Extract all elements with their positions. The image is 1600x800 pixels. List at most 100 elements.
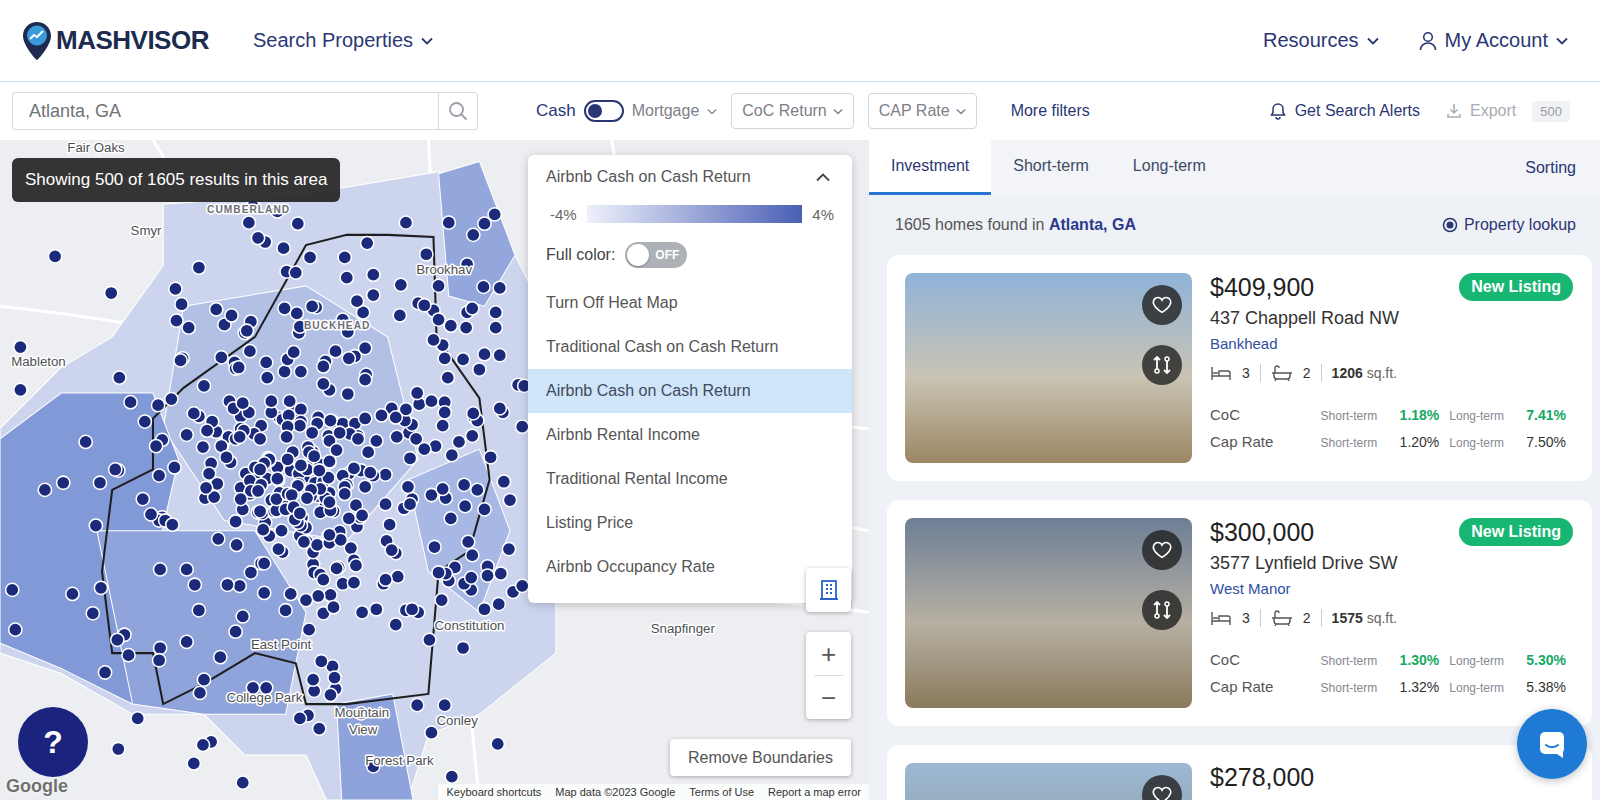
property-pin[interactable]	[324, 414, 337, 427]
property-pin[interactable]	[131, 712, 144, 725]
property-pin[interactable]	[105, 286, 118, 299]
property-pin[interactable]	[516, 420, 529, 433]
property-pin[interactable]	[48, 250, 61, 263]
property-pin[interactable]	[328, 671, 341, 684]
property-pin[interactable]	[196, 738, 209, 751]
property-pin[interactable]	[403, 452, 416, 465]
property-pin[interactable]	[151, 399, 164, 412]
property-pin[interactable]	[462, 535, 475, 548]
property-pin[interactable]	[355, 509, 368, 522]
property-pin[interactable]	[315, 655, 328, 668]
property-pin[interactable]	[441, 371, 454, 384]
property-pin[interactable]	[294, 459, 307, 472]
property-pin[interactable]	[233, 430, 246, 443]
property-pin[interactable]	[418, 299, 431, 312]
property-pin[interactable]	[180, 563, 193, 576]
property-pin[interactable]	[260, 356, 273, 369]
cash-mortgage-toggle[interactable]: CashMortgage	[536, 100, 717, 122]
export-button[interactable]: Export500	[1446, 101, 1570, 122]
property-pin[interactable]	[466, 429, 479, 442]
property-lookup-button[interactable]: Property lookup	[1442, 216, 1576, 234]
search-alerts-button[interactable]: Get Search Alerts	[1269, 102, 1420, 120]
listing-photo[interactable]	[905, 273, 1192, 463]
property-pin[interactable]	[89, 519, 102, 532]
heatmap-region[interactable]	[0, 172, 556, 800]
property-pin[interactable]	[291, 217, 304, 230]
location-search-field[interactable]: Atlanta, GA	[12, 92, 478, 130]
property-pin[interactable]	[313, 722, 326, 735]
property-pin[interactable]	[229, 625, 242, 638]
property-pin[interactable]	[478, 348, 491, 361]
property-pin[interactable]	[466, 302, 479, 315]
property-pin[interactable]	[9, 623, 22, 636]
property-pin[interactable]	[467, 228, 480, 241]
property-pin[interactable]	[494, 567, 507, 580]
heatmap-option[interactable]: Airbnb Cash on Cash Return	[528, 369, 852, 413]
property-pin[interactable]	[436, 419, 449, 432]
property-pin[interactable]	[234, 492, 247, 505]
property-pin[interactable]	[122, 649, 135, 662]
property-pin[interactable]	[432, 279, 445, 292]
heatmap-option[interactable]: Traditional Rental Income	[528, 457, 852, 501]
property-pin[interactable]	[379, 468, 392, 481]
property-pin[interactable]	[438, 406, 451, 419]
property-pin[interactable]	[330, 562, 343, 575]
results-tab[interactable]: Long-term	[1111, 140, 1228, 195]
heatmap-region[interactable]	[97, 531, 306, 715]
property-pin[interactable]	[293, 419, 306, 432]
property-pin[interactable]	[251, 231, 264, 244]
listing-address[interactable]: 437 Chappell Road NW	[1210, 308, 1566, 329]
property-pin[interactable]	[152, 469, 165, 482]
search-button[interactable]	[438, 93, 477, 129]
property-pin[interactable]	[215, 351, 228, 364]
property-pin[interactable]	[364, 466, 377, 479]
property-pin[interactable]	[144, 508, 157, 521]
zoom-out-button[interactable]: −	[806, 676, 851, 719]
property-pin[interactable]	[477, 280, 490, 293]
property-pin[interactable]	[225, 309, 238, 322]
property-pin[interactable]	[347, 462, 360, 475]
property-pin[interactable]	[214, 651, 227, 664]
listing-card[interactable]: $278,000	[887, 745, 1592, 800]
property-pin[interactable]	[236, 776, 249, 789]
property-pin[interactable]	[359, 341, 372, 354]
property-pin[interactable]	[466, 549, 479, 562]
property-pin[interactable]	[503, 493, 516, 506]
heatmap-option[interactable]: Airbnb Rental Income	[528, 413, 852, 457]
map[interactable]: Fair OaksCUMBERLANDSmyrMabletonBUCKHEADB…	[0, 140, 869, 800]
property-pin[interactable]	[293, 712, 306, 725]
listing-neighborhood[interactable]: Bankhead	[1210, 335, 1566, 352]
property-pin[interactable]	[258, 557, 271, 570]
property-pin[interactable]	[111, 633, 124, 646]
property-pin[interactable]	[324, 688, 337, 701]
property-pin[interactable]	[383, 518, 396, 531]
zoom-in-button[interactable]: +	[806, 632, 851, 675]
property-pin[interactable]	[493, 281, 506, 294]
property-pin[interactable]	[379, 573, 392, 586]
property-pin[interactable]	[350, 295, 363, 308]
property-pin[interactable]	[113, 371, 126, 384]
property-pin[interactable]	[444, 319, 457, 332]
property-pin[interactable]	[230, 538, 243, 551]
property-pin[interactable]	[57, 476, 70, 489]
property-pin[interactable]	[389, 411, 402, 424]
favorite-button[interactable]	[1142, 285, 1182, 325]
property-pin[interactable]	[305, 426, 318, 439]
property-pin[interactable]	[300, 491, 313, 504]
compare-button[interactable]	[1142, 345, 1182, 385]
property-pin[interactable]	[303, 251, 316, 264]
property-pin[interactable]	[302, 623, 315, 636]
property-pin[interactable]	[124, 396, 137, 409]
property-pin[interactable]	[359, 412, 372, 425]
property-pin[interactable]	[342, 512, 355, 525]
property-pin[interactable]	[6, 583, 19, 596]
property-pin[interactable]	[327, 601, 340, 614]
property-pin[interactable]	[109, 463, 122, 476]
listing-address[interactable]: 3577 Lynfield Drive SW	[1210, 553, 1566, 574]
property-pin[interactable]	[279, 604, 292, 617]
property-pin[interactable]	[420, 248, 433, 261]
property-pin[interactable]	[166, 518, 179, 531]
property-pin[interactable]	[401, 480, 414, 493]
property-pin[interactable]	[294, 403, 307, 416]
logo[interactable]: MASHVISOR	[22, 21, 209, 61]
